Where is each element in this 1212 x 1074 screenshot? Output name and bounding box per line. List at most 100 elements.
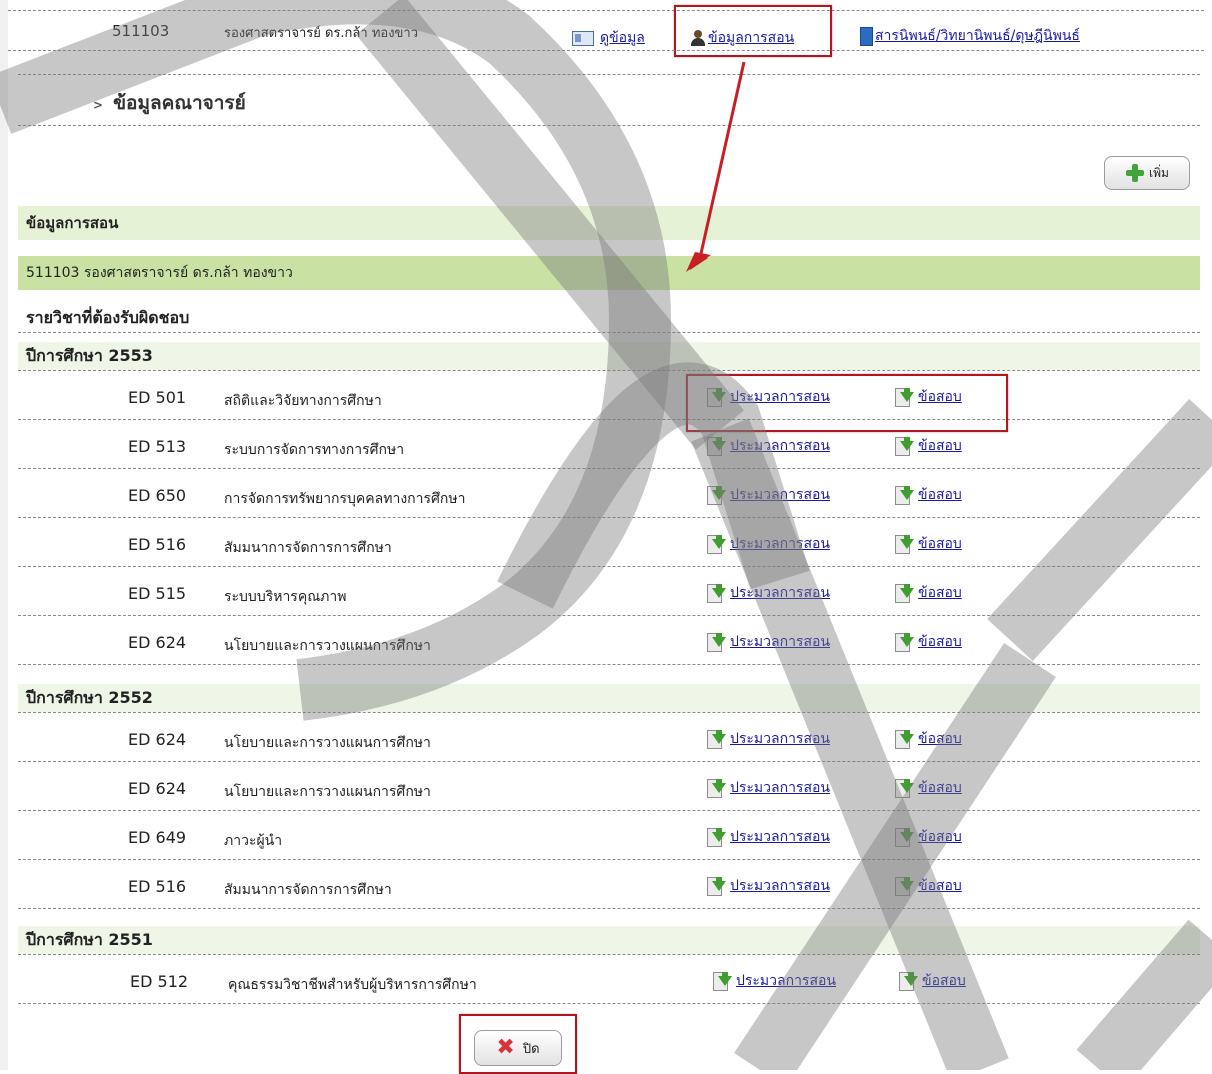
syllabus-label: ประมวลการสอน <box>730 487 830 503</box>
person-bar: 511103 รองศาสตราจารย์ ดร.กล้า ทองขาว <box>18 256 1200 290</box>
syllabus-download-link[interactable]: ประมวลการสอน <box>706 728 830 750</box>
exam-download-link[interactable]: ข้อสอบ <box>894 728 962 750</box>
exam-label: ข้อสอบ <box>918 585 962 601</box>
course-name: นโยบายและการวางแผนการศึกษา <box>224 735 431 751</box>
exam-download-link[interactable]: ข้อสอบ <box>894 826 962 848</box>
divider <box>18 761 1200 762</box>
download-doc-icon <box>706 535 726 555</box>
teaching-header: ข้อมูลการสอน <box>18 206 1200 240</box>
divider <box>18 419 1200 420</box>
download-doc-icon <box>706 779 726 799</box>
section-title: > ข้อมูลคณาจารย์ <box>93 88 246 118</box>
divider <box>18 712 1200 713</box>
syllabus-label: ประมวลการสอน <box>736 973 836 989</box>
syllabus-label: ประมวลการสอน <box>730 634 830 650</box>
year-header: ปีการศึกษา 2552 <box>18 684 1200 712</box>
download-doc-icon <box>706 730 726 750</box>
download-doc-icon <box>894 437 914 457</box>
course-code: ED 516 <box>128 535 187 554</box>
syllabus-label: ประมวลการสอน <box>730 585 830 601</box>
thesis-label: สารนิพนธ์/วิทยานิพนธ์/ดุษฎีนิพนธ์ <box>875 28 1080 44</box>
divider <box>18 566 1200 567</box>
divider <box>18 908 1200 909</box>
syllabus-label: ประมวลการสอน <box>730 438 830 454</box>
course-name: การจัดการทรัพยากรบุคคลทางการศึกษา <box>224 491 466 507</box>
syllabus-download-link[interactable]: ประมวลการสอน <box>706 826 830 848</box>
instructor-id: 511103 <box>112 22 170 40</box>
download-doc-icon <box>894 779 914 799</box>
instructor-name: รองศาสตราจารย์ ดร.กล้า ทองขาว <box>224 26 419 41</box>
book-icon <box>860 26 873 46</box>
download-doc-icon <box>894 633 914 653</box>
course-code: ED 513 <box>128 437 187 456</box>
divider <box>18 517 1200 518</box>
exam-label: ข้อสอบ <box>918 731 962 747</box>
add-button[interactable]: เพิ่ม <box>1104 156 1190 190</box>
view-info-label: ดูข้อมูล <box>600 30 645 46</box>
exam-label: ข้อสอบ <box>918 829 962 845</box>
course-name: สถิติและวิจัยทางการศึกษา <box>224 393 382 409</box>
exam-download-link[interactable]: ข้อสอบ <box>898 970 966 992</box>
course-code: ED 512 <box>130 972 189 991</box>
syllabus-label: ประมวลการสอน <box>730 731 830 747</box>
year-header: ปีการศึกษา 2553 <box>18 342 1200 370</box>
exam-download-link[interactable]: ข้อสอบ <box>894 875 962 897</box>
download-doc-icon <box>894 828 914 848</box>
exam-label: ข้อสอบ <box>918 878 962 894</box>
syllabus-download-link[interactable]: ประมวลการสอน <box>706 533 830 555</box>
divider <box>18 664 1200 665</box>
divider <box>18 859 1200 860</box>
exam-label: ข้อสอบ <box>918 634 962 650</box>
responsible-label: รายวิชาที่ต้องรับผิดชอบ <box>26 308 190 327</box>
course-code: ED 501 <box>128 388 187 407</box>
highlight-box-close <box>459 1014 577 1074</box>
exam-label: ข้อสอบ <box>922 973 966 989</box>
course-name: ภาวะผู้นำ <box>224 833 283 849</box>
download-doc-icon <box>706 486 726 506</box>
syllabus-download-link[interactable]: ประมวลการสอน <box>706 582 830 604</box>
thesis-link[interactable]: สารนิพนธ์/วิทยานิพนธ์/ดุษฎีนิพนธ์ <box>860 25 1080 47</box>
course-code: ED 624 <box>128 633 187 652</box>
course-code: ED 649 <box>128 828 187 847</box>
divider <box>18 810 1200 811</box>
exam-label: ข้อสอบ <box>918 438 962 454</box>
highlight-box-downloads <box>686 374 1008 432</box>
syllabus-download-link[interactable]: ประมวลการสอน <box>706 631 830 653</box>
exam-download-link[interactable]: ข้อสอบ <box>894 435 962 457</box>
syllabus-download-link[interactable]: ประมวลการสอน <box>706 777 830 799</box>
download-doc-icon <box>706 584 726 604</box>
syllabus-download-link[interactable]: ประมวลการสอน <box>706 484 830 506</box>
year-header: ปีการศึกษา 2551 <box>18 926 1200 954</box>
exam-download-link[interactable]: ข้อสอบ <box>894 533 962 555</box>
syllabus-download-link[interactable]: ประมวลการสอน <box>706 435 830 457</box>
course-name: ระบบบริหารคุณภาพ <box>224 589 347 605</box>
exam-download-link[interactable]: ข้อสอบ <box>894 582 962 604</box>
section-title-text: ข้อมูลคณาจารย์ <box>113 92 246 114</box>
chevron-right-icon: > <box>93 98 104 112</box>
exam-download-link[interactable]: ข้อสอบ <box>894 777 962 799</box>
course-name: ระบบการจัดการทางการศึกษา <box>224 442 405 458</box>
exam-download-link[interactable]: ข้อสอบ <box>894 631 962 653</box>
exam-label: ข้อสอบ <box>918 780 962 796</box>
view-info-link[interactable]: ดูข้อมูล <box>572 27 645 49</box>
syllabus-download-link[interactable]: ประมวลการสอน <box>712 970 836 992</box>
syllabus-label: ประมวลการสอน <box>730 829 830 845</box>
course-name: สัมมนาการจัดการการศึกษา <box>224 882 392 898</box>
divider <box>18 332 1200 333</box>
plus-icon <box>1125 163 1145 183</box>
divider <box>8 50 1204 51</box>
exam-label: ข้อสอบ <box>918 536 962 552</box>
course-code: ED 624 <box>128 779 187 798</box>
download-doc-icon <box>898 972 918 992</box>
exam-download-link[interactable]: ข้อสอบ <box>894 484 962 506</box>
syllabus-download-link[interactable]: ประมวลการสอน <box>706 875 830 897</box>
course-code: ED 624 <box>128 730 187 749</box>
course-name: นโยบายและการวางแผนการศึกษา <box>224 638 431 654</box>
download-doc-icon <box>894 486 914 506</box>
divider <box>18 125 1200 126</box>
download-doc-icon <box>706 437 726 457</box>
divider <box>18 1003 1200 1004</box>
download-doc-icon <box>894 877 914 897</box>
divider <box>18 954 1200 955</box>
exam-label: ข้อสอบ <box>918 487 962 503</box>
